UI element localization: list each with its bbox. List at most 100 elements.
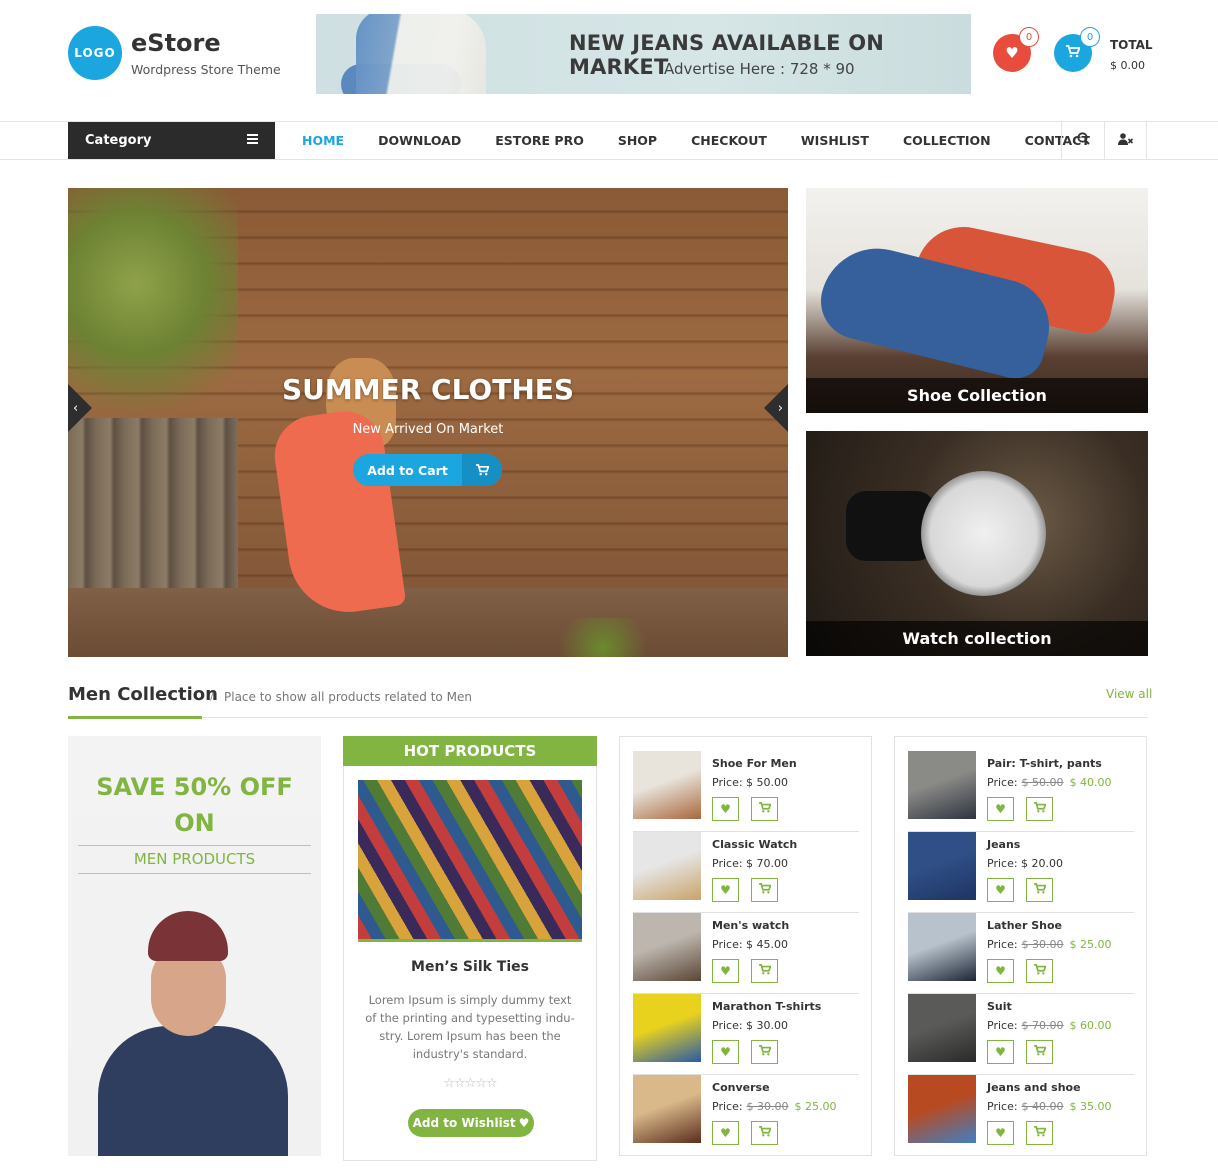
product-name[interactable]: Suit xyxy=(987,1000,1012,1013)
section-description: Place to show all products related to Me… xyxy=(224,690,472,704)
heart-icon: ♥ xyxy=(995,1045,1006,1059)
old-price: $ 50.00 xyxy=(1021,776,1064,789)
slide-title: SUMMER CLOTHES xyxy=(281,373,575,406)
save-promo-line2: ON xyxy=(174,809,215,837)
product-thumbnail[interactable] xyxy=(908,832,976,900)
save-promo-subtitle: MEN PRODUCTS xyxy=(133,850,256,868)
star-rating: ☆☆☆☆☆ xyxy=(443,1076,497,1091)
price: $ 30.00 xyxy=(746,1019,789,1032)
cart-icon xyxy=(462,454,502,486)
product-name[interactable]: Shoe For Men xyxy=(712,757,797,770)
product-name[interactable]: Men’s Silk Ties xyxy=(344,959,596,975)
add-to-wishlist-button[interactable]: ♥ xyxy=(712,878,739,902)
cart-icon xyxy=(1033,802,1047,816)
account-button[interactable] xyxy=(1104,122,1147,159)
save-promo-banner[interactable]: SAVE 50% OFF ON MEN PRODUCTS xyxy=(68,736,321,1156)
watch-collection-promo[interactable]: Watch collection xyxy=(806,431,1148,656)
product-list: Shoe For Men Price: $ 50.00 ♥ Classic Watch… xyxy=(619,736,872,1156)
price-label: Price: xyxy=(987,776,1018,789)
site-title[interactable]: eStore xyxy=(131,29,221,57)
wishlist-count-badge: 0 xyxy=(1019,27,1039,47)
add-to-wishlist-button[interactable]: ♥ xyxy=(987,959,1014,983)
product-thumbnail[interactable] xyxy=(633,1075,701,1143)
nav-item-download[interactable]: DOWNLOAD xyxy=(361,133,478,148)
save-promo-title: SAVE 50% OFF ON xyxy=(68,769,321,841)
product-name[interactable]: Lather Shoe xyxy=(987,919,1062,932)
price-label: Price: xyxy=(712,857,743,870)
logo[interactable]: LOGO xyxy=(68,26,122,80)
promo-rule xyxy=(78,873,311,874)
site-tagline: Wordpress Store Theme xyxy=(131,62,281,77)
add-to-wishlist-button[interactable]: ♥ xyxy=(712,797,739,821)
promo-model-image xyxy=(98,1026,288,1156)
sale-price: $ 40.00 xyxy=(1069,776,1112,789)
product-name[interactable]: Marathon T-shirts xyxy=(712,1000,821,1013)
product-name[interactable]: Converse xyxy=(712,1081,770,1094)
add-to-cart-button[interactable] xyxy=(1026,959,1053,983)
slide-add-to-cart-button[interactable]: Add to Cart xyxy=(353,454,502,486)
product-name[interactable]: Jeans xyxy=(987,838,1020,851)
nav-item-wishlist[interactable]: WISHLIST xyxy=(784,133,886,148)
add-to-cart-button[interactable] xyxy=(751,1040,778,1064)
product-thumbnail[interactable] xyxy=(908,751,976,819)
product-thumbnail[interactable] xyxy=(908,1075,976,1143)
product-thumbnail[interactable] xyxy=(908,913,976,981)
product-thumbnail[interactable] xyxy=(633,913,701,981)
product-name[interactable]: Men's watch xyxy=(712,919,789,932)
product-thumbnail[interactable] xyxy=(633,994,701,1062)
shoe-collection-promo[interactable]: Shoe Collection xyxy=(806,188,1148,413)
cart-icon xyxy=(1033,883,1047,897)
product-name[interactable]: Classic Watch xyxy=(712,838,797,851)
add-to-cart-button[interactable] xyxy=(1026,1121,1053,1145)
category-menu-button[interactable]: Category xyxy=(68,122,275,159)
add-to-wishlist-button[interactable]: ♥ xyxy=(987,1040,1014,1064)
cart-icon xyxy=(1066,44,1081,62)
product-price: Price: $ 20.00 xyxy=(987,857,1063,870)
advertisement-banner[interactable]: NEW JEANS AVAILABLE ON MARKET Advertise … xyxy=(316,14,971,94)
sale-price: $ 25.00 xyxy=(794,1100,837,1113)
product-name[interactable]: Jeans and shoe xyxy=(987,1081,1081,1094)
product-thumbnail[interactable] xyxy=(908,994,976,1062)
cart-icon xyxy=(758,1045,772,1059)
add-to-wishlist-button[interactable]: Add to Wishlist ♥ xyxy=(408,1109,534,1137)
add-to-wishlist-button[interactable]: ♥ xyxy=(712,1121,739,1145)
slide-button-label: Add to Cart xyxy=(367,462,448,478)
product-price: Price: $ 70.00 $ 60.00 xyxy=(987,1019,1112,1032)
product-thumbnail[interactable] xyxy=(633,832,701,900)
add-to-cart-button[interactable] xyxy=(1026,1040,1053,1064)
price: $ 45.00 xyxy=(746,938,789,951)
add-to-cart-button[interactable] xyxy=(1026,797,1053,821)
banner-subtitle: Advertise Here : 728 * 90 xyxy=(664,60,855,78)
add-to-cart-button[interactable] xyxy=(1026,878,1053,902)
search-button[interactable] xyxy=(1061,122,1104,159)
hero-slider[interactable]: SUMMER CLOTHES New Arrived On Market Add… xyxy=(68,188,788,657)
price-label: Price: xyxy=(712,1100,743,1113)
product-image[interactable] xyxy=(358,780,582,942)
cart-icon xyxy=(1033,1045,1047,1059)
banner-model-image xyxy=(356,14,486,94)
add-to-wishlist-button[interactable]: ♥ xyxy=(712,1040,739,1064)
add-to-wishlist-button[interactable]: ♥ xyxy=(987,797,1014,821)
product-name[interactable]: Pair: T-shirt, pants xyxy=(987,757,1102,770)
slide-image xyxy=(68,588,788,657)
add-to-wishlist-button[interactable]: ♥ xyxy=(987,1121,1014,1145)
nav-item-shop[interactable]: SHOP xyxy=(601,133,674,148)
promo-rule xyxy=(78,845,311,846)
add-to-wishlist-button[interactable]: ♥ xyxy=(987,878,1014,902)
add-to-cart-button[interactable] xyxy=(751,878,778,902)
price: $ 70.00 xyxy=(746,857,789,870)
product-list: Pair: T-shirt, pants Price: $ 50.00 $ 40.00… xyxy=(894,736,1147,1156)
add-to-cart-button[interactable] xyxy=(751,1121,778,1145)
nav-item-checkout[interactable]: CHECKOUT xyxy=(674,133,784,148)
nav-item-home[interactable]: HOME xyxy=(285,133,361,148)
product-thumbnail[interactable] xyxy=(633,751,701,819)
product-list-item: Jeans Price: $ 20.00 ♥ xyxy=(908,832,1134,913)
nav-item-estore-pro[interactable]: ESTORE PRO xyxy=(478,133,601,148)
view-all-link[interactable]: View all xyxy=(1106,687,1152,701)
add-to-cart-button[interactable] xyxy=(751,797,778,821)
add-to-cart-button[interactable] xyxy=(751,959,778,983)
nav-item-collection[interactable]: COLLECTION xyxy=(886,133,1008,148)
promo-caption: Watch collection xyxy=(806,621,1148,656)
add-to-wishlist-button[interactable]: ♥ xyxy=(712,959,739,983)
old-price: $ 70.00 xyxy=(1021,1019,1064,1032)
